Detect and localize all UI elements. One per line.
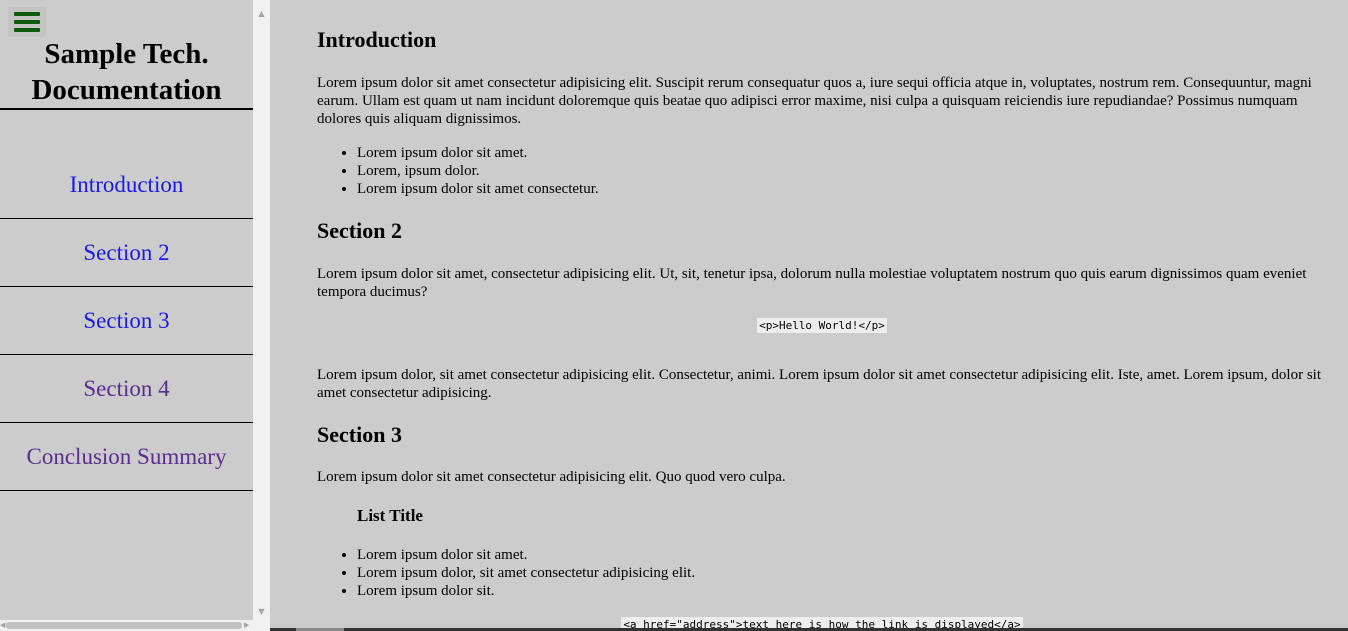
sidebar-item-section-4: Section 4 <box>0 355 253 423</box>
section-2-code: <p>Hello World!</p> <box>757 318 887 333</box>
sidebar-item-section-2: Section 2 <box>0 219 253 287</box>
section-2-paragraph-2: Lorem ipsum dolor, sit amet consectetur … <box>317 367 1321 401</box>
section-3-code-block: <a href="address">text here is how the l… <box>317 615 1327 628</box>
nav-link-introduction[interactable]: Introduction <box>70 172 184 197</box>
list-item: Lorem ipsum dolor sit amet. <box>357 546 695 564</box>
sidebar-item-section-3: Section 3 <box>0 287 253 355</box>
section-2-paragraph: Lorem ipsum dolor sit amet, consectetur … <box>317 266 1307 300</box>
sidebar-item-conclusion-summary: Conclusion Summary <box>0 423 253 491</box>
menu-bar <box>14 12 40 16</box>
scroll-up-icon[interactable]: ▲ <box>253 5 270 22</box>
list-item: Lorem, ipsum dolor. <box>357 162 599 180</box>
list-item: Lorem ipsum dolor, sit amet consectetur … <box>357 564 695 582</box>
hamburger-menu-icon[interactable] <box>8 7 46 37</box>
introduction-list: Lorem ipsum dolor sit amet. Lorem, ipsum… <box>317 144 599 198</box>
scroll-down-icon[interactable]: ▼ <box>253 603 270 620</box>
nav-link-conclusion-summary[interactable]: Conclusion Summary <box>27 444 227 469</box>
section-3-heading: Section 3 <box>317 422 402 447</box>
scroll-left-icon[interactable]: ◀ <box>0 620 5 631</box>
nav-link-section-2[interactable]: Section 2 <box>83 240 169 265</box>
sidebar-nav: Sample Tech. Documentation Introduction … <box>0 0 253 631</box>
nav-link-section-3[interactable]: Section 3 <box>83 308 169 333</box>
introduction-paragraph: Lorem ipsum dolor sit amet consectetur a… <box>317 75 1312 127</box>
section-3-list-title: List Title <box>357 506 423 525</box>
sidebar-vertical-scrollbar[interactable]: ▲ ▼ <box>253 0 270 631</box>
sidebar-title-line1: Sample Tech. <box>44 38 209 70</box>
introduction-heading: Introduction <box>317 27 437 52</box>
sidebar-title: Sample Tech. Documentation <box>0 36 253 110</box>
menu-bar <box>14 28 40 32</box>
nav-link-section-4[interactable]: Section 4 <box>83 376 169 401</box>
sidebar-horizontal-scroll-thumb[interactable] <box>6 622 242 629</box>
section-2-heading: Section 2 <box>317 218 402 243</box>
list-item: Lorem ipsum dolor sit amet consectetur. <box>357 180 599 198</box>
section-3-paragraph: Lorem ipsum dolor sit amet consectetur a… <box>317 469 786 485</box>
sidebar-nav-list: Introduction Section 2 Section 3 Section… <box>0 151 253 491</box>
section-2-code-block: <p>Hello World!</p> <box>317 316 1327 334</box>
list-item: Lorem ipsum dolor sit amet. <box>357 144 599 162</box>
list-item: Lorem ipsum dolor sit. <box>357 582 695 600</box>
menu-bar <box>14 20 40 24</box>
sidebar-title-line2: Documentation <box>31 74 222 106</box>
sidebar-horizontal-scrollbar[interactable]: ◀ ▶ <box>0 620 253 631</box>
sidebar-item-introduction: Introduction <box>0 151 253 219</box>
section-3-code: <a href="address">text here is how the l… <box>621 617 1023 628</box>
main-document: Introduction Lorem ipsum dolor sit amet … <box>317 0 1327 628</box>
section-3-list: Lorem ipsum dolor sit amet. Lorem ipsum … <box>317 546 695 600</box>
scroll-right-icon[interactable]: ▶ <box>244 620 249 631</box>
app-window: Sample Tech. Documentation Introduction … <box>0 0 1348 631</box>
